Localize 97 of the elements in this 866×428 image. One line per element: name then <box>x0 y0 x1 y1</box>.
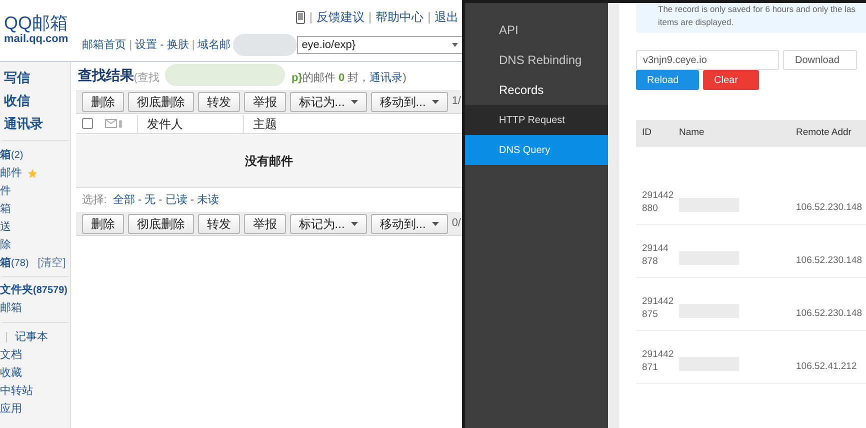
table-cell-text: 291442 880 <box>641 189 675 215</box>
separator-text: | <box>129 38 132 53</box>
empty-message: 没有邮件 <box>244 152 293 170</box>
folder-link[interactable]: 送 <box>0 218 11 236</box>
separator-text: | <box>368 9 372 26</box>
folder-link[interactable]: 除 <box>0 236 11 254</box>
folder-link[interactable]: 箱(78) <box>0 254 29 272</box>
folder-link[interactable]: 箱(2) <box>0 146 24 164</box>
tool-link[interactable]: 文档 <box>0 346 22 364</box>
download-button[interactable]: Download <box>783 50 857 70</box>
table-cell: 106.52.230.148 <box>796 306 862 321</box>
table-cell: 106.52.41.212 <box>796 360 857 374</box>
header-link[interactable]: 退出 <box>434 8 459 26</box>
separator-text: | <box>309 9 312 26</box>
toolbar-button[interactable]: 举报 <box>244 214 286 234</box>
nav-link[interactable]: 设置 - 换肤 <box>135 36 189 54</box>
sidebar-link[interactable]: 收信 <box>0 89 70 112</box>
toolbar-button[interactable]: 转发 <box>198 214 240 234</box>
header-link[interactable]: 帮助中心 <box>376 8 424 26</box>
sidebar-item[interactable]: API <box>465 15 608 45</box>
folder-row[interactable]: 送 <box>0 218 70 236</box>
header-link[interactable]: 反馈建议 <box>316 8 364 26</box>
sidebar-item[interactable]: HTTP Request <box>465 105 608 135</box>
folder-row[interactable]: 箱(78) [清空] <box>0 254 70 272</box>
result-summary: p}的邮件 0 封，通讯录) <box>291 70 406 86</box>
notice-text: The record is only saved for 6 hours and only the las items are displayed. <box>658 4 856 27</box>
brand-name: QQ邮箱 <box>4 14 68 32</box>
brand-domain: mail.qq.com <box>4 34 68 45</box>
domain-field[interactable]: v3njn9.ceye.io <box>636 50 779 70</box>
folder-row[interactable]: 邮件 <box>0 164 70 182</box>
caret-icon <box>350 100 358 104</box>
select-link[interactable]: 无 <box>144 192 156 208</box>
dropdown-button[interactable]: 标记为... <box>290 92 367 112</box>
envelope-icon <box>104 118 123 128</box>
table-cell: 106.52.230.148 <box>796 200 862 215</box>
toolbar-button[interactable]: 彻底删除 <box>128 92 194 112</box>
redacted-area <box>232 34 297 56</box>
separator-text: | <box>5 330 8 345</box>
result-query: (查找 <box>134 72 160 86</box>
column-header: Remote Addr <box>796 126 852 140</box>
table-cell-text: 291442 875 <box>641 295 675 321</box>
sidebar-link[interactable]: 通讯录 <box>0 112 70 135</box>
select-all-checkbox[interactable] <box>82 118 93 129</box>
separator-text: - <box>136 192 143 208</box>
tool-link[interactable]: 中转站 <box>0 382 33 400</box>
folder-link[interactable]: 邮箱 <box>0 300 22 316</box>
separator-text: - <box>189 192 196 208</box>
clear-link[interactable]: [清空] <box>38 254 66 272</box>
toolbar-button[interactable]: 删除 <box>82 214 124 234</box>
table-cell: 106.52.230.148 <box>796 254 862 268</box>
select-label: 选择: <box>82 192 107 208</box>
separator-text: | <box>428 9 431 26</box>
caret-icon <box>432 100 439 104</box>
column-header: Name <box>679 126 706 140</box>
toolbar-button[interactable]: 删除 <box>82 92 124 112</box>
table-cell-text: 291442 871 <box>641 348 675 374</box>
nav-link[interactable]: 邮箱首页 <box>82 36 126 54</box>
phone-icon[interactable] <box>296 10 306 24</box>
result-title: 查找结果 <box>78 66 134 85</box>
search-field[interactable]: eye.io/exp} <box>296 36 462 54</box>
select-link[interactable]: 全部 <box>112 192 135 208</box>
action-button[interactable]: Clear <box>703 70 759 90</box>
separator-text: | <box>192 38 195 53</box>
column-header: ID <box>641 126 652 140</box>
tool-link[interactable]: 收藏 <box>0 364 22 382</box>
folder-link[interactable]: 件 <box>0 182 11 200</box>
select-link[interactable]: 已读 <box>165 192 188 208</box>
column-header[interactable]: 主题 <box>242 114 277 132</box>
column-header[interactable]: 发件人 <box>136 114 243 132</box>
folder-row[interactable]: 箱 <box>0 200 70 218</box>
select-link[interactable]: 未读 <box>197 192 220 208</box>
dropdown-button[interactable]: 移动到... <box>370 92 448 112</box>
caret-icon <box>452 43 458 47</box>
caret-icon <box>350 222 358 226</box>
tool-link[interactable]: 应用 <box>0 400 22 418</box>
folder-row[interactable]: 件 <box>0 182 70 200</box>
sidebar-item[interactable]: Records <box>465 75 608 105</box>
star-icon <box>27 168 38 178</box>
table-cell-text: 29144 878 <box>641 242 670 268</box>
caret-icon <box>432 222 439 226</box>
toolbar-button[interactable]: 举报 <box>244 92 286 112</box>
tool-link[interactable]: 记事本 <box>14 328 48 346</box>
sidebar-item[interactable]: DNS Rebinding <box>465 45 608 75</box>
dropdown-button[interactable]: 标记为... <box>290 214 367 234</box>
folder-link[interactable]: 箱 <box>0 200 11 218</box>
page-indicator: 1/ <box>452 94 462 110</box>
nav-link[interactable]: 域名邮 <box>198 36 231 54</box>
sidebar-link[interactable]: 写信 <box>0 66 70 89</box>
page-indicator: 0/ <box>452 216 462 232</box>
dropdown-button[interactable]: 移动到... <box>370 214 448 234</box>
folder-link[interactable]: 文件夹(87579) <box>0 282 68 298</box>
folder-row[interactable]: 除 <box>0 236 70 254</box>
folder-row[interactable]: 箱(2) <box>0 146 70 164</box>
folder-link[interactable]: 邮件 <box>0 164 22 182</box>
toolbar-button[interactable]: 转发 <box>198 92 240 112</box>
separator-text: - <box>158 192 164 208</box>
toolbar-button[interactable]: 彻底删除 <box>128 214 194 234</box>
